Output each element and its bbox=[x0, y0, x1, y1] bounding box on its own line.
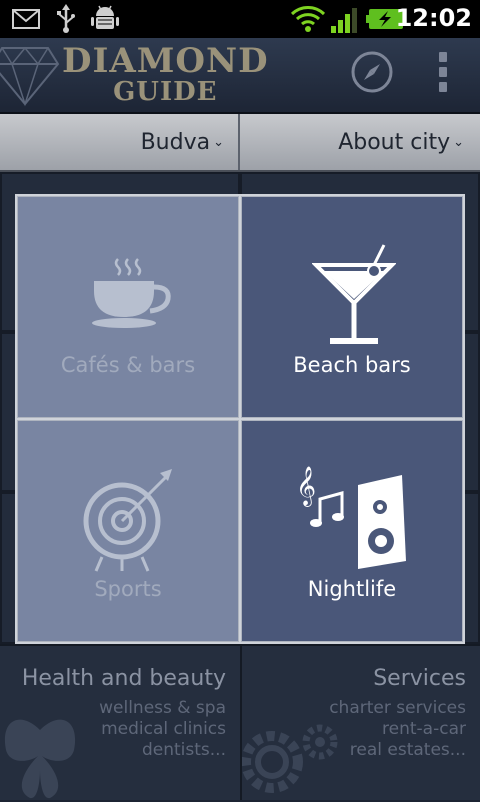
services-line-3: real estates... bbox=[349, 740, 466, 760]
status-bar: 12:02 bbox=[0, 0, 480, 38]
services-title: Services bbox=[373, 666, 466, 691]
logo-line1: DIAMOND bbox=[62, 41, 269, 81]
coffee-cup-icon bbox=[92, 258, 171, 328]
tile-services[interactable]: Services charter services rent-a-car rea… bbox=[240, 644, 480, 800]
category-label: Sports bbox=[94, 577, 162, 601]
compass-icon[interactable] bbox=[350, 50, 394, 94]
usb-icon bbox=[57, 4, 75, 33]
health-line-2: medical clinics bbox=[101, 719, 226, 739]
app-bar: DIAMOND GUIDE bbox=[0, 38, 480, 114]
city-selector[interactable]: Budva ⌄ bbox=[0, 114, 224, 170]
status-clock: 12:02 bbox=[395, 4, 472, 32]
services-line-2: rent-a-car bbox=[382, 719, 466, 739]
city-label: Budva bbox=[140, 130, 211, 155]
chevron-down-icon: ⌄ bbox=[213, 135, 224, 150]
category-sports[interactable]: Sports bbox=[17, 420, 239, 642]
health-line-3: dentists... bbox=[141, 740, 226, 760]
wifi-icon bbox=[290, 6, 326, 32]
section-label: About city bbox=[338, 130, 451, 155]
cocktail-icon bbox=[312, 244, 396, 344]
category-cafes-bars[interactable]: Cafés & bars bbox=[17, 196, 239, 418]
category-nightlife[interactable]: 𝄞 Nightlife bbox=[241, 420, 463, 642]
category-label: Cafés & bars bbox=[60, 353, 196, 377]
butterfly-icon bbox=[4, 719, 76, 799]
app-logo: DIAMOND GUIDE bbox=[62, 44, 269, 106]
category-label: Nightlife bbox=[307, 577, 397, 601]
tile-health-and-beauty[interactable]: Health and beauty wellness & spa medical… bbox=[0, 644, 240, 800]
category-label: Beach bars bbox=[293, 353, 411, 377]
svg-text:𝄞: 𝄞 bbox=[296, 466, 316, 507]
gears-icon bbox=[242, 724, 338, 793]
section-selector[interactable]: About city ⌄ bbox=[240, 114, 464, 170]
music-speaker-icon: 𝄞 bbox=[296, 466, 406, 569]
signal-icon bbox=[331, 8, 357, 33]
category-beach-bars[interactable]: Beach bars bbox=[241, 196, 463, 418]
category-picker: Cafés & bars Beach bars Sports 𝄞 Nightli… bbox=[15, 194, 465, 644]
health-title: Health and beauty bbox=[21, 666, 226, 691]
services-line-1: charter services bbox=[329, 698, 466, 718]
health-line-1: wellness & spa bbox=[99, 698, 226, 718]
logo-line2: GUIDE bbox=[113, 77, 218, 107]
target-icon bbox=[83, 469, 172, 572]
gmail-icon bbox=[12, 9, 40, 29]
city-bar: Budva ⌄ About city ⌄ bbox=[0, 114, 480, 172]
chevron-down-icon: ⌄ bbox=[453, 135, 464, 150]
overflow-menu-icon[interactable] bbox=[436, 52, 450, 102]
diamond-logo-icon bbox=[0, 46, 60, 107]
android-debug-icon bbox=[91, 5, 119, 29]
